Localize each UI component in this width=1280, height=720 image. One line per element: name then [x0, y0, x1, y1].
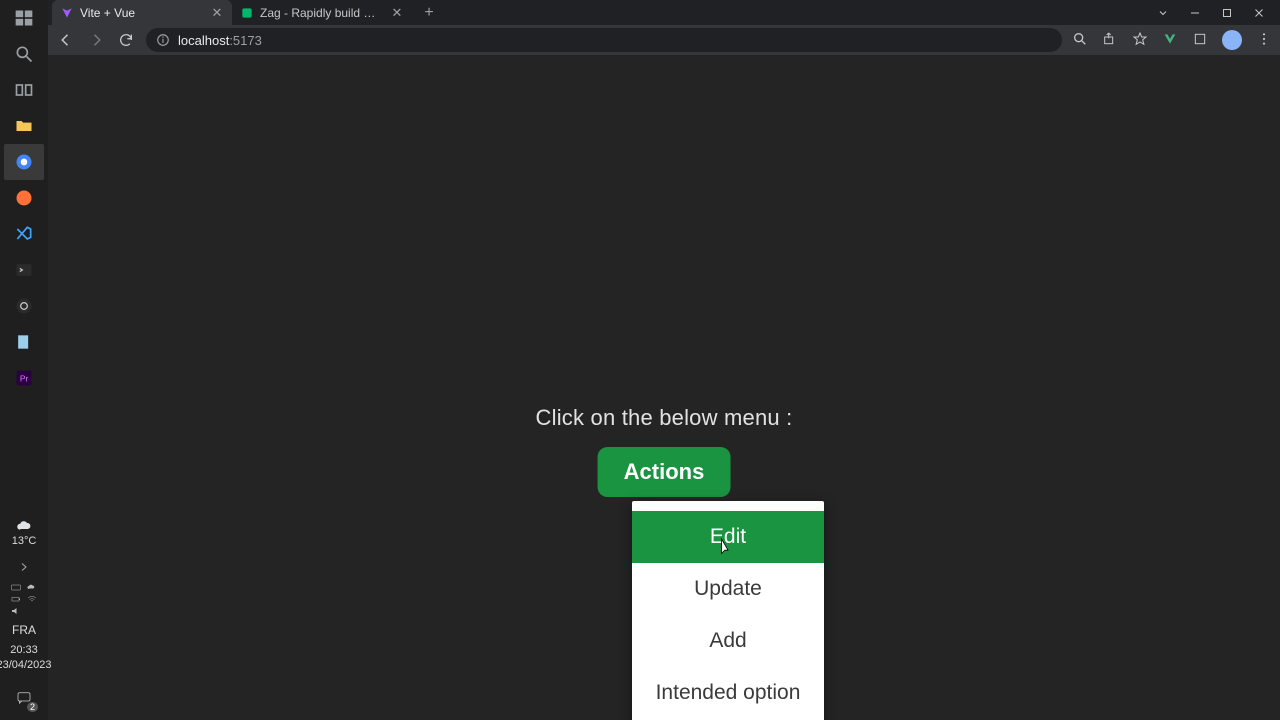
notifications-button[interactable]: 2: [4, 680, 44, 716]
url-text: localhost:5173: [178, 33, 262, 48]
vscode-icon: [14, 224, 34, 244]
zoom-button[interactable]: [1072, 31, 1088, 50]
note-icon: [14, 332, 34, 352]
tab-title: Zag - Rapidly build UI compone: [260, 6, 384, 20]
menu-item-update[interactable]: Update: [632, 563, 824, 615]
keyboard-icon: [10, 581, 22, 593]
arrow-left-icon: [57, 31, 75, 49]
close-window-button[interactable]: [1252, 6, 1266, 20]
share-icon: [1102, 31, 1118, 47]
search-icon: [14, 44, 34, 64]
info-icon: [156, 33, 170, 47]
extension-vue-devtools[interactable]: [1162, 31, 1178, 50]
maximize-button[interactable]: [1220, 6, 1234, 20]
close-icon: [1253, 7, 1265, 19]
tray-row-2[interactable]: [0, 593, 48, 605]
weather-widget[interactable]: 13°C: [12, 517, 37, 547]
windows-taskbar: Pr 13°C FRA 20:33 23/04/2023 2: [0, 0, 48, 720]
start-button[interactable]: [4, 0, 44, 36]
clock-time: 20:33: [0, 643, 52, 657]
page-viewport: Click on the below menu : Actions Edit U…: [48, 55, 1280, 720]
extensions-button[interactable]: [1192, 31, 1208, 50]
forward-button[interactable]: [86, 30, 106, 50]
zoom-icon: [1072, 31, 1088, 47]
tray-row-1[interactable]: [0, 581, 48, 593]
folder-icon: [14, 116, 34, 136]
battery-icon: [10, 593, 22, 605]
profile-avatar[interactable]: [1222, 30, 1242, 50]
task-view-button[interactable]: [4, 72, 44, 108]
chevron-right-icon: [18, 561, 30, 573]
vite-favicon: [60, 6, 74, 20]
clock[interactable]: 20:33 23/04/2023: [0, 643, 52, 672]
url-host: localhost: [178, 33, 229, 48]
tray-expand[interactable]: [0, 553, 48, 581]
tray-row-3[interactable]: [0, 605, 48, 617]
onedrive-icon: [26, 581, 38, 593]
clock-date: 23/04/2023: [0, 658, 52, 672]
search-tabs-button[interactable]: [1156, 6, 1170, 20]
minimize-button[interactable]: [1188, 6, 1202, 20]
terminal-app[interactable]: [4, 252, 44, 288]
bookmark-button[interactable]: [1132, 31, 1148, 50]
kebab-icon: [1256, 31, 1272, 47]
notif-count: 2: [27, 702, 38, 712]
premiere-app[interactable]: Pr: [4, 360, 44, 396]
actions-trigger-button[interactable]: Actions: [598, 447, 731, 497]
site-info-button[interactable]: [156, 33, 170, 47]
lang-indicator[interactable]: FRA: [12, 623, 36, 637]
minimize-icon: [1189, 7, 1201, 19]
volume-icon: [10, 605, 22, 617]
prompt-text: Click on the below menu :: [536, 405, 793, 431]
reload-icon: [118, 32, 134, 48]
arrow-right-icon: [87, 31, 105, 49]
obs-app[interactable]: [4, 288, 44, 324]
chrome-app[interactable]: [4, 144, 44, 180]
chrome-menu-button[interactable]: [1256, 31, 1272, 50]
tab-close[interactable]: ✕: [210, 6, 224, 20]
wifi-icon: [26, 593, 38, 605]
firefox-app[interactable]: [4, 180, 44, 216]
menu-item-add[interactable]: Add: [632, 615, 824, 667]
windows-icon: [14, 8, 34, 28]
tab-title: Vite + Vue: [80, 6, 204, 20]
window-controls: [1142, 0, 1280, 25]
actions-menu: Edit Update Add Intended option: [632, 501, 824, 720]
file-explorer[interactable]: [4, 108, 44, 144]
vue-icon: [1162, 31, 1178, 47]
browser-toolbar: localhost:5173: [48, 25, 1280, 55]
tab-vite-vue[interactable]: Vite + Vue ✕: [52, 0, 232, 25]
zag-favicon: [240, 6, 254, 20]
notes-app[interactable]: [4, 324, 44, 360]
premiere-icon: Pr: [14, 368, 34, 388]
reload-button[interactable]: [116, 30, 136, 50]
maximize-icon: [1221, 7, 1233, 19]
chrome-window: Vite + Vue ✕ Zag - Rapidly build UI comp…: [48, 0, 1280, 720]
menu-item-edit[interactable]: Edit: [632, 511, 824, 563]
firefox-icon: [14, 188, 34, 208]
star-icon: [1132, 31, 1148, 47]
address-bar[interactable]: localhost:5173: [146, 28, 1062, 52]
menu-item-intended-option[interactable]: Intended option: [632, 667, 824, 719]
tab-close[interactable]: ✕: [390, 6, 404, 20]
puzzle-icon: [1192, 31, 1208, 47]
share-button[interactable]: [1102, 31, 1118, 50]
svg-text:Pr: Pr: [20, 373, 29, 383]
toolbar-right: [1072, 30, 1272, 50]
vscode-app[interactable]: [4, 216, 44, 252]
weather-temp: 13°C: [12, 535, 37, 547]
search-button[interactable]: [4, 36, 44, 72]
url-port: :5173: [229, 33, 262, 48]
taskview-icon: [14, 80, 34, 100]
terminal-icon: [14, 260, 34, 280]
page-content: Click on the below menu : Actions: [536, 405, 793, 497]
tab-zag[interactable]: Zag - Rapidly build UI compone ✕: [232, 0, 412, 25]
tab-strip: Vite + Vue ✕ Zag - Rapidly build UI comp…: [48, 0, 1280, 25]
obs-icon: [14, 296, 34, 316]
cloud-icon: [15, 517, 33, 535]
chevron-down-icon: [1157, 7, 1169, 19]
back-button[interactable]: [56, 30, 76, 50]
new-tab-button[interactable]: +: [416, 1, 442, 25]
chrome-icon: [14, 152, 34, 172]
